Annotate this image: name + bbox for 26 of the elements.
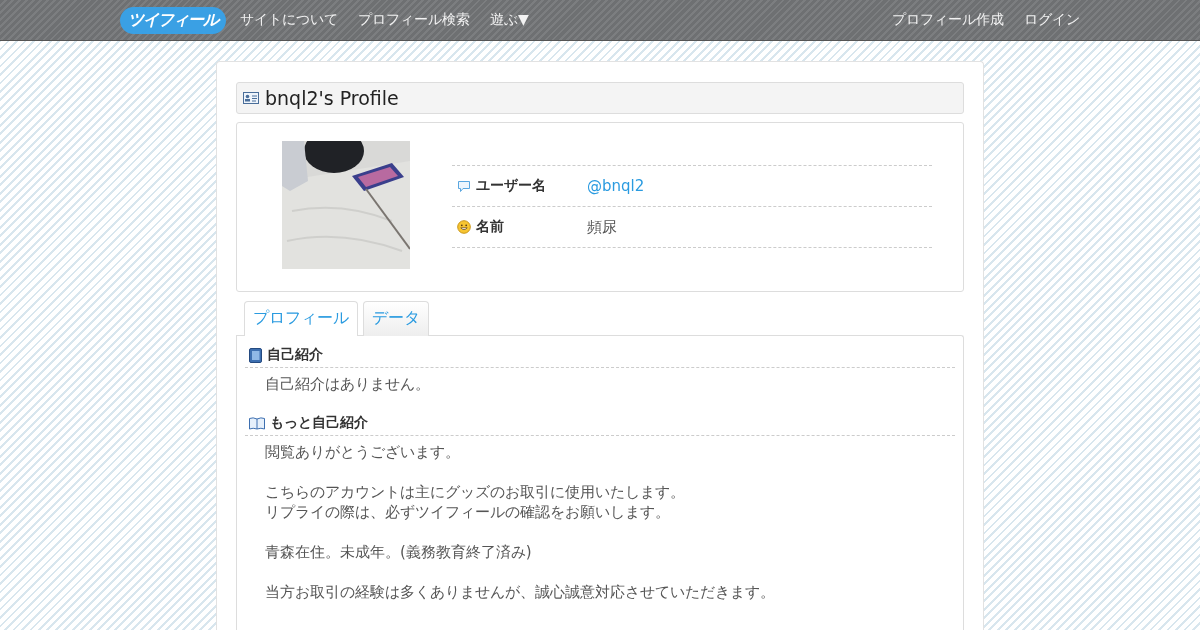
- nav-link[interactable]: プロフィール検索: [358, 11, 470, 29]
- nav-link[interactable]: プロフィール作成: [892, 11, 1004, 29]
- site-logo[interactable]: ツイフィール: [120, 6, 226, 34]
- open-book-icon: [249, 416, 265, 430]
- nav-link[interactable]: 遊ぶ▼: [490, 11, 529, 29]
- notebook-icon: [249, 347, 262, 363]
- field-label: 名前: [476, 218, 504, 236]
- nav-link[interactable]: サイトについて: [240, 11, 338, 29]
- field-label: ユーザー名: [476, 177, 546, 195]
- section-heading: もっと自己紹介: [270, 414, 368, 432]
- id-card-icon: [243, 91, 259, 105]
- text-line: 当方お取引の経験は多くありませんが、誠心誠意対応させていただきます。: [265, 582, 775, 602]
- text-line: 閲覧ありがとうございます。: [265, 442, 460, 462]
- nav-link[interactable]: ログイン: [1024, 11, 1080, 29]
- text-line: リプライの際は、必ずツイフィールの確認をお願いします。: [265, 502, 670, 522]
- text-line: こちらのアカウントは主にグッズのお取引に使用いたします。: [265, 482, 685, 502]
- tab[interactable]: プロフィール: [244, 301, 358, 336]
- text-line: 自己紹介はありません。: [265, 374, 430, 394]
- section-heading: 自己紹介: [267, 346, 323, 364]
- text-line: 青森在住。未成年。(義務教育終了済み): [265, 542, 532, 562]
- field-value: 頻尿: [587, 217, 617, 237]
- username-link[interactable]: @bnql2: [587, 177, 645, 195]
- smiley-icon: [457, 220, 471, 234]
- profile-title: bnql2's Profile: [265, 87, 399, 109]
- tab[interactable]: データ: [363, 301, 429, 336]
- speech-bubble-icon: [457, 179, 471, 193]
